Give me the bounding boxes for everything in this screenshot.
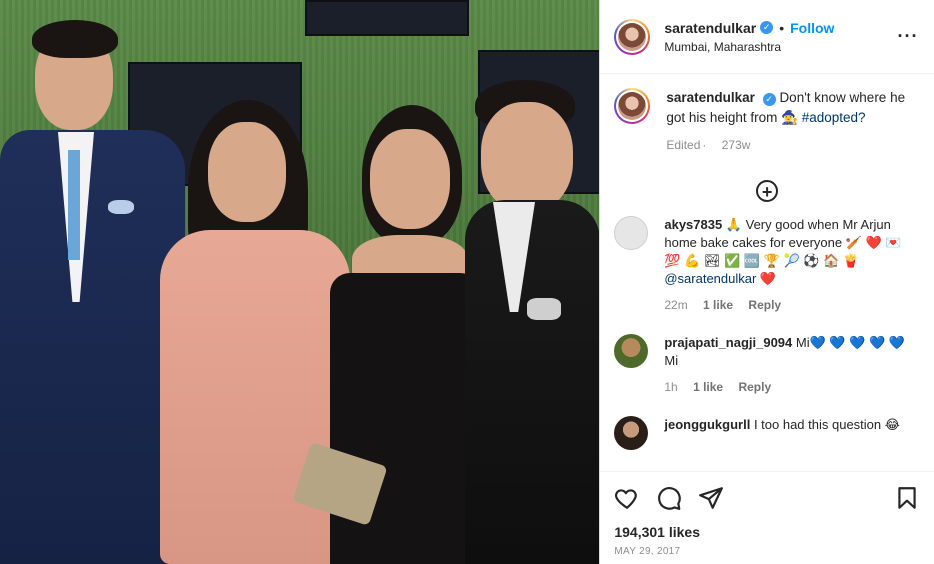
- comment-item: akys7835 🙏 Very good when Mr Arjun home …: [614, 216, 920, 314]
- post-caption: saratendulkar ✓ Don't know where he got …: [614, 88, 920, 154]
- comment-username[interactable]: prajapati_nagji_9094: [664, 335, 792, 350]
- photo-backdrop-screen: [305, 0, 469, 36]
- photo-figure-man-black-suit: [465, 80, 600, 564]
- author-avatar[interactable]: [614, 18, 651, 55]
- meta-separator: ·: [702, 138, 707, 152]
- comment-likes[interactable]: 1 like: [693, 380, 723, 394]
- author-info: saratendulkar ✓ • Follow Mumbai, Maharas…: [664, 20, 896, 54]
- comment-username[interactable]: akys7835: [664, 217, 722, 232]
- comment-likes[interactable]: 1 like: [703, 298, 733, 312]
- comments-list[interactable]: saratendulkar ✓ Don't know where he got …: [600, 74, 934, 470]
- commenter-avatar[interactable]: [614, 216, 649, 250]
- action-icons: [614, 472, 920, 524]
- post-photo[interactable]: [0, 0, 600, 564]
- reply-button[interactable]: Reply: [738, 380, 771, 394]
- likes-count[interactable]: 194,301 likes: [614, 524, 920, 540]
- heart-icon[interactable]: [614, 485, 640, 511]
- comment-mention[interactable]: @saratendulkar ❤️: [664, 271, 776, 286]
- share-icon[interactable]: [698, 485, 724, 511]
- post-header: saratendulkar ✓ • Follow Mumbai, Maharas…: [600, 0, 934, 74]
- comment-time: 1h: [664, 380, 678, 394]
- photo-figure-woman-black-dress: [292, 105, 480, 564]
- comment-meta: 22m 1 like Reply: [664, 296, 920, 314]
- post-sidebar: saratendulkar ✓ • Follow Mumbai, Maharas…: [599, 0, 934, 564]
- commenter-avatar[interactable]: [614, 416, 649, 450]
- comment-username[interactable]: jeonggukgurll: [664, 417, 750, 432]
- caption-username[interactable]: saratendulkar: [666, 90, 755, 105]
- post-age: 273w: [721, 138, 751, 152]
- comment-meta: 1h 1 like Reply: [664, 378, 920, 396]
- more-options-icon[interactable]: ···: [896, 26, 920, 47]
- separator-dot: •: [779, 19, 785, 36]
- caption-author-avatar[interactable]: [614, 88, 651, 124]
- comment-item: jeonggukgurll I too had this question 😂: [614, 416, 920, 450]
- commenter-avatar[interactable]: [614, 334, 649, 368]
- photo-figure-man-blue-suit: [0, 20, 185, 564]
- comment-icon[interactable]: [656, 485, 682, 511]
- verified-badge-icon: ✓: [760, 21, 774, 34]
- post-actions: 194,301 likes MAY 29, 2017: [600, 471, 934, 564]
- comment-item: prajapati_nagji_9094 Mi💙 💙 💙 💙 💙 Mi 1h 1…: [614, 334, 920, 396]
- bookmark-icon[interactable]: [894, 485, 920, 511]
- follow-button[interactable]: Follow: [790, 20, 834, 36]
- post-location[interactable]: Mumbai, Maharashtra: [664, 40, 896, 54]
- comment-time: 22m: [664, 298, 688, 312]
- comment-text: I too had this question 😂: [753, 417, 900, 432]
- edited-label: Edited: [666, 138, 701, 152]
- author-username[interactable]: saratendulkar: [664, 20, 756, 36]
- load-more-comments: +: [614, 180, 920, 202]
- caption-meta: Edited · 273w: [666, 136, 920, 154]
- verified-badge-icon: ✓: [762, 93, 776, 106]
- plus-circle-icon[interactable]: +: [756, 180, 779, 202]
- instagram-post: saratendulkar ✓ • Follow Mumbai, Maharas…: [0, 0, 934, 564]
- post-date: MAY 29, 2017: [614, 546, 681, 557]
- caption-hashtag[interactable]: #adopted?: [802, 110, 866, 125]
- reply-button[interactable]: Reply: [748, 298, 781, 312]
